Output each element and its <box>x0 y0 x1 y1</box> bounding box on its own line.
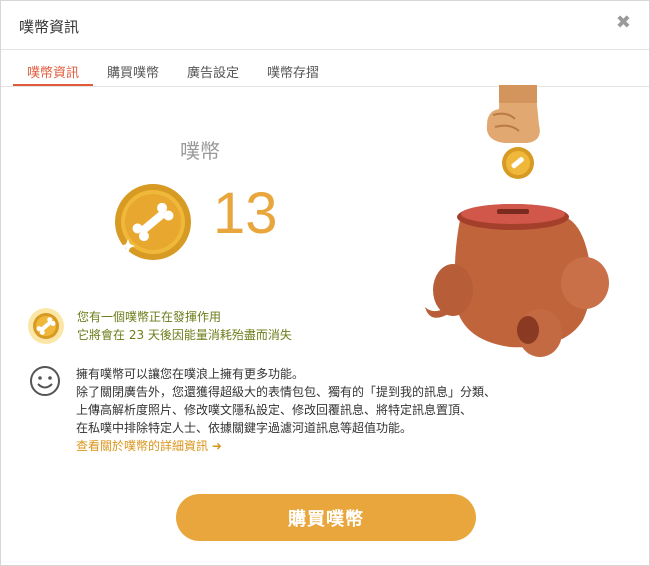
piggy-bank-illustration <box>425 85 609 357</box>
buy-coins-button[interactable]: 購買噗幣 <box>176 494 476 541</box>
smiley-icon <box>30 366 60 396</box>
tab-ad-settings[interactable]: 廣告設定 <box>173 51 253 86</box>
dialog-title: 噗幣資訊 <box>19 18 80 36</box>
bone-coin-icon <box>115 184 191 260</box>
tab-coin-info[interactable]: 噗幣資訊 <box>13 51 94 86</box>
tab-buy-coins[interactable]: 購買噗幣 <box>93 51 173 86</box>
tab-coin-passbook[interactable]: 噗幣存摺 <box>253 51 333 86</box>
status-line: 它將會在 23 天後因能量消耗殆盡而消失 <box>77 328 292 342</box>
coin-details-link-label[interactable]: 查看關於噗幣的詳細資訊 <box>76 439 208 453</box>
arrow-right-icon[interactable]: ➜ <box>212 439 222 453</box>
active-coin-text: 您有一個噗幣正在發揮作用 它將會在 23 天後因能量消耗殆盡而消失 <box>77 308 292 344</box>
info-line: 除了關閉廣告外，您還獲得超級大的表情包包、獨有的「提到我的訊息」分類、 <box>76 385 497 399</box>
coin-benefits-text: 擁有噗幣可以讓您在噗浪上擁有更多功能。 除了關閉廣告外，您還獲得超級大的表情包包… <box>76 365 496 455</box>
status-line: 您有一個噗幣正在發揮作用 <box>77 310 222 324</box>
close-icon[interactable]: ✖ <box>616 13 631 33</box>
tab-bar: 噗幣資訊 購買噗幣 廣告設定 噗幣存摺 <box>13 51 333 86</box>
info-line: 擁有噗幣可以讓您在噗浪上擁有更多功能。 <box>76 367 305 381</box>
coin-details-link[interactable]: 查看關於噗幣的詳細資訊 ➜ <box>76 437 496 455</box>
info-line: 在私噗中排除特定人士、依據關鍵字過濾河道訊息等超值功能。 <box>76 421 413 435</box>
coin-count: 13 <box>213 181 278 246</box>
info-line: 上傳高解析度照片、修改噗文隱私設定、修改回覆訊息、將特定訊息置頂、 <box>76 403 473 417</box>
coin-label: 噗幣 <box>180 139 220 163</box>
coin-info-dialog: 噗幣資訊 ✖ 噗幣資訊 購買噗幣 廣告設定 噗幣存摺 噗幣 13 您有一個噗幣正… <box>0 0 650 566</box>
glowing-coin-icon <box>28 308 64 344</box>
divider <box>1 49 649 50</box>
